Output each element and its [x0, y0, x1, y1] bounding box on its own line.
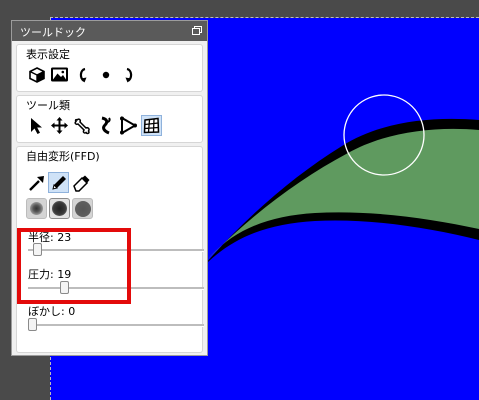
select-arrow-icon[interactable] [26, 115, 47, 136]
arrow-brush-icon[interactable] [26, 172, 47, 193]
dock-titlebar[interactable]: ツールドック [12, 21, 207, 41]
blur-slider[interactable] [28, 318, 204, 331]
display-settings-panel: 表示設定 [16, 44, 203, 92]
pen-icon[interactable] [48, 172, 69, 193]
ffd-mode-toolbar [26, 172, 91, 193]
dot-icon[interactable] [95, 64, 116, 85]
ffd-grid-icon[interactable] [141, 115, 162, 136]
soft-brush-icon[interactable] [26, 198, 47, 219]
rotate-left-icon[interactable] [72, 64, 93, 85]
bone-icon[interactable] [72, 115, 93, 136]
tool-dock: ツールドック 表示設定 ツール類 自由変形(FFD) 半径: 23 圧力: 19… [11, 20, 208, 356]
restore-icon[interactable] [192, 26, 202, 35]
eraser-icon[interactable] [70, 172, 91, 193]
highlight-annotation [17, 228, 131, 304]
move-icon[interactable] [49, 115, 70, 136]
blur-label: ぼかし: 0 [28, 305, 76, 318]
blur-slider-handle[interactable] [28, 318, 37, 331]
dock-title: ツールドック [20, 26, 86, 39]
hard-brush-icon[interactable] [72, 198, 93, 219]
brush-shape-toolbar [26, 198, 93, 219]
ffd-title: 自由変形(FFD) [26, 150, 100, 163]
display-settings-title: 表示設定 [26, 48, 70, 61]
tool-types-toolbar [26, 115, 162, 136]
image-icon[interactable] [49, 64, 70, 85]
cube-icon[interactable] [26, 64, 47, 85]
warp-icon[interactable] [95, 115, 116, 136]
rotate-right-icon[interactable] [118, 64, 139, 85]
control-point-icon[interactable] [118, 115, 139, 136]
display-settings-toolbar [26, 64, 139, 85]
tool-types-panel: ツール類 [16, 95, 203, 143]
tool-types-title: ツール類 [26, 99, 70, 112]
medium-brush-icon[interactable] [49, 198, 70, 219]
